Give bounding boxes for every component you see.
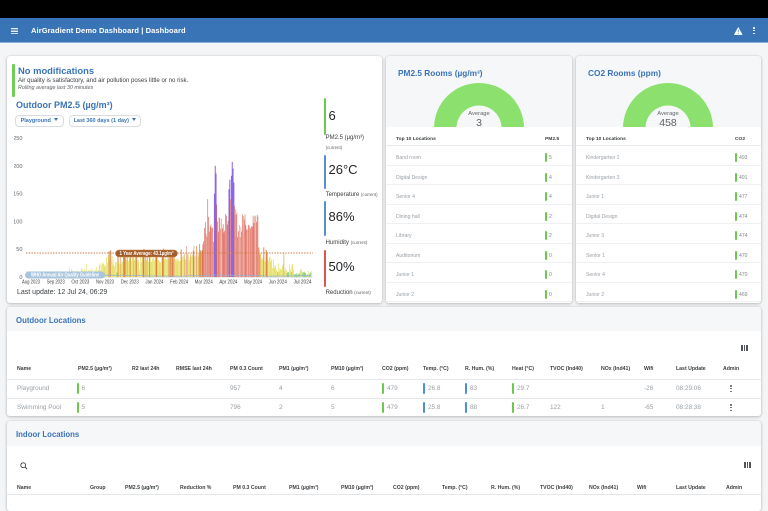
svg-text:Nov 2023: Nov 2023 [96,279,114,285]
svg-text:Oct 2023: Oct 2023 [71,279,89,285]
svg-text:May 2024: May 2024 [244,279,262,285]
svg-text:WHO Annual Air Quality Guideli: WHO Annual Air Quality Guideline [31,273,99,279]
svg-text:Feb 2024: Feb 2024 [170,279,188,285]
svg-text:50: 50 [16,247,22,253]
svg-text:Apr 2024: Apr 2024 [219,279,237,285]
svg-text:200: 200 [14,164,23,170]
svg-text:250: 250 [14,136,23,142]
svg-text:Sep 2023: Sep 2023 [47,279,65,285]
svg-text:100: 100 [14,219,23,225]
svg-text:150: 150 [14,192,23,198]
svg-text:Dec 2023: Dec 2023 [121,279,139,285]
svg-text:Jan 2024: Jan 2024 [145,279,163,285]
svg-text:Aug 2023: Aug 2023 [22,279,40,285]
svg-text:Mar 2024: Mar 2024 [195,279,213,285]
svg-text:Jul 2024: Jul 2024 [294,279,312,285]
svg-text:1 Year Average: 43.1µg/m³: 1 Year Average: 43.1µg/m³ [120,251,174,257]
svg-text:Jun 2024: Jun 2024 [269,279,287,285]
